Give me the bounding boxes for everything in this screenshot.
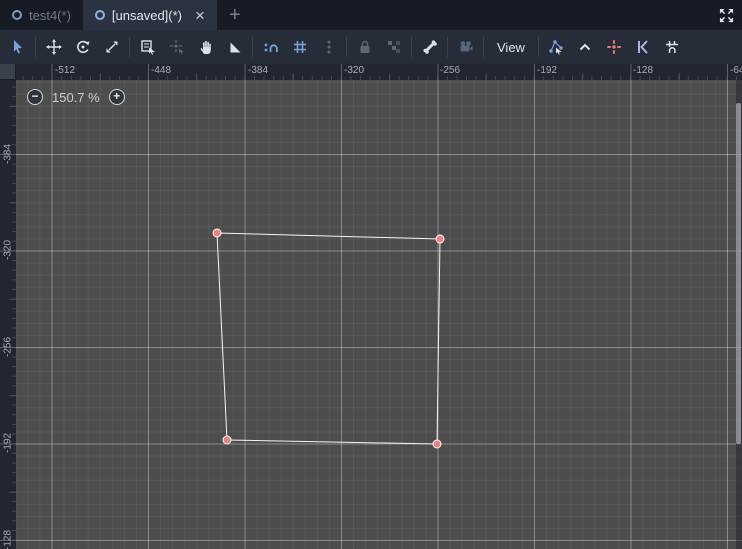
tab-unsaved[interactable]: [unsaved](*) × [82, 0, 217, 30]
smart-snap-icon [264, 43, 278, 52]
ruler-tick-label: -512 [55, 65, 76, 76]
camera-icon [460, 41, 472, 52]
view-menu-button[interactable]: View [487, 33, 535, 61]
vertical-ruler: -384 -320 -256 -192 -128 [0, 80, 16, 549]
ruler-corner [0, 64, 16, 80]
ruler-tool-button[interactable] [220, 33, 249, 61]
polygon-overlay [212, 228, 445, 449]
select-tool-button[interactable] [3, 33, 32, 61]
zoom-in-button[interactable]: + [108, 89, 125, 105]
bone-icon [422, 40, 437, 54]
move-pivot-icon [169, 40, 184, 55]
pan-tool-button[interactable] [191, 33, 220, 61]
ruler-tick-label: -320 [344, 65, 365, 76]
scale-icon [106, 41, 117, 53]
group-icon [387, 41, 400, 53]
ruler-tick-label: -192 [2, 432, 14, 454]
tab-test4[interactable]: test4(*) [0, 0, 83, 30]
ruler-tick-label: -384 [248, 65, 269, 76]
2d-viewport-canvas[interactable]: − 150.7 % + [16, 80, 742, 549]
ruler-tick-label: -448 [151, 65, 172, 76]
polygon-vertex-handle[interactable] [212, 228, 222, 238]
skeleton-bone-button[interactable] [415, 33, 444, 61]
scene-icon [12, 10, 22, 20]
rotate-tool-button[interactable] [68, 33, 97, 61]
ruler-tick-label: -256 [440, 65, 461, 76]
polygon-edit-button[interactable] [629, 33, 658, 61]
ruler-tick-label: -64 [730, 65, 742, 76]
smart-snap-button[interactable] [256, 33, 285, 61]
polygon-vertex-handle[interactable] [435, 234, 445, 244]
new-tab-button[interactable]: + [217, 0, 253, 30]
select-arrow-icon [13, 40, 22, 54]
zoom-level-value: 150.7 % [52, 89, 100, 105]
lock-object-button[interactable] [350, 33, 379, 61]
expand-bottom-panel-icon[interactable] [715, 4, 737, 26]
scene-icon [94, 10, 105, 20]
ruler-tick-label: -256 [2, 336, 14, 358]
curve-chevron-button[interactable] [571, 33, 600, 61]
move-tool-button[interactable] [39, 33, 68, 61]
zoom-widget: − 150.7 % + [27, 89, 125, 105]
ruler-tick-label: -192 [537, 65, 558, 76]
grid-snap-button[interactable] [285, 33, 314, 61]
ruler-tick-label: -384 [2, 143, 14, 165]
list-select-tool-button[interactable] [133, 33, 162, 61]
rotate-icon [76, 40, 90, 54]
close-tab-icon[interactable]: × [195, 7, 205, 24]
polygon-outline [216, 232, 441, 445]
move-icon [45, 39, 62, 55]
ruler-tick-label: -128 [633, 65, 654, 76]
horizontal-ruler: -512 -448 -384 -320 -256 -192 -128 -64 [16, 64, 742, 80]
canvas-toolbar: View [0, 30, 742, 64]
edit-points-icon [549, 40, 564, 55]
vertical-scrollbar-thumb[interactable] [736, 103, 741, 444]
vertical-ellipsis-icon [327, 40, 330, 54]
zoom-out-button[interactable]: − [27, 89, 43, 105]
tab-label: [unsaved](*) [111, 7, 182, 23]
list-select-icon [140, 40, 155, 55]
polygon-k-icon [638, 40, 649, 54]
edit-points-button[interactable] [542, 33, 571, 61]
ruler-triangle-icon [230, 42, 240, 53]
polygon-vertex-handle[interactable] [432, 439, 442, 449]
ruler-tick-label: -320 [2, 239, 14, 261]
four-arrows-expand-icon [719, 8, 733, 22]
grid-n-icon [666, 41, 679, 53]
camera-override-button[interactable] [451, 33, 480, 61]
grid-snap-icon [293, 41, 306, 53]
scene-tab-bar: test4(*) [unsaved](*) × + [0, 0, 742, 30]
scale-tool-button[interactable] [97, 33, 126, 61]
tab-label: test4(*) [29, 7, 71, 23]
chevron-up-icon [580, 43, 591, 51]
polygon-vertex-handle[interactable] [222, 435, 232, 445]
pan-hand-icon [200, 40, 211, 54]
godot-2d-editor: test4(*) [unsaved](*) × + View -512 -448… [0, 0, 742, 549]
vertical-scrollbar-track[interactable] [736, 80, 742, 549]
red-cross-point-icon [607, 40, 622, 54]
ruler-tick-label: -128 [2, 529, 14, 549]
group-object-button[interactable] [379, 33, 408, 61]
grid-config-button[interactable] [658, 33, 687, 61]
lock-icon [360, 40, 369, 53]
insert-point-button[interactable] [600, 33, 629, 61]
pivot-tool-button[interactable] [162, 33, 191, 61]
snap-options-button[interactable] [314, 33, 343, 61]
